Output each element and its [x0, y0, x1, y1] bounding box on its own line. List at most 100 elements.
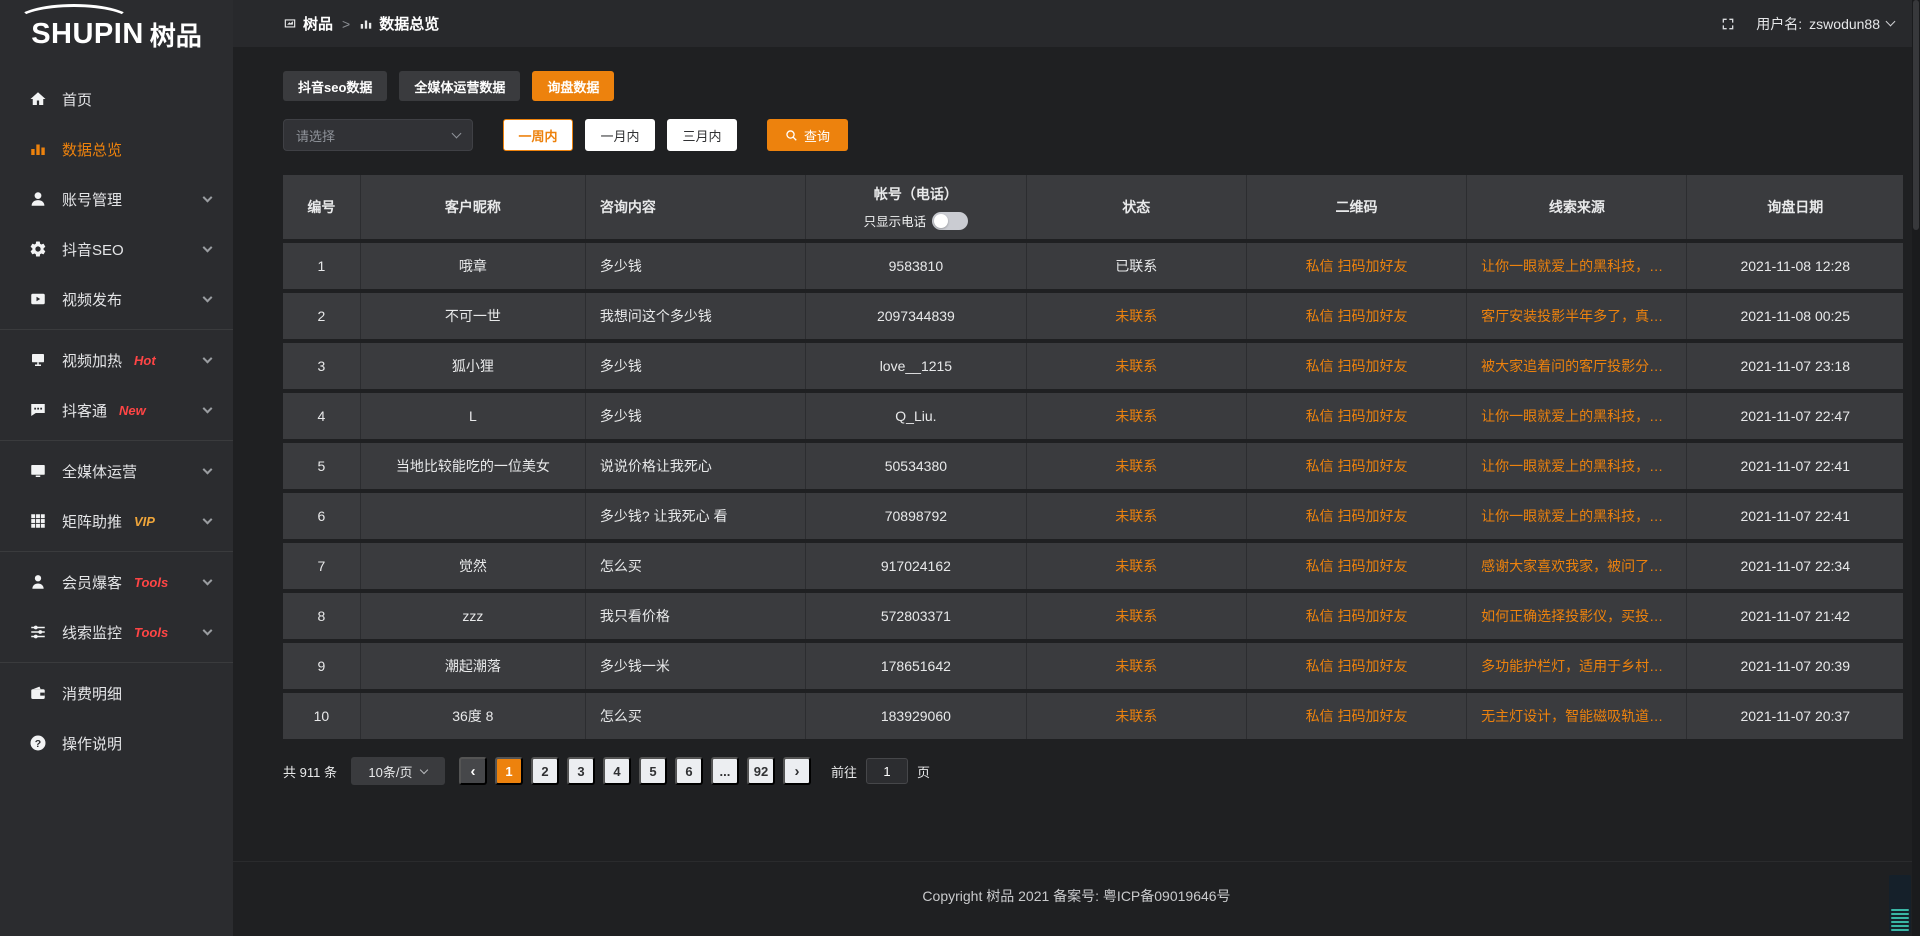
column-header: 状态: [1027, 175, 1247, 239]
sidebar-item-label: 操作说明: [62, 733, 122, 754]
page-size-select[interactable]: 10条/页: [351, 757, 445, 785]
sidebar-item-badge: VIP: [134, 514, 155, 529]
cell-account: 50534380: [806, 443, 1026, 489]
breadcrumb-item-app[interactable]: 树品: [283, 13, 333, 34]
page-button-1[interactable]: 1: [495, 757, 523, 785]
cell-date: 2021-11-07 20:39: [1687, 643, 1903, 689]
sidebar-divider: [0, 440, 233, 441]
range-button-三月内[interactable]: 三月内: [667, 119, 737, 151]
sidebar-item[interactable]: 数据总览: [0, 124, 233, 174]
page-scrollbar[interactable]: [1912, 0, 1920, 936]
page-button-4[interactable]: 4: [603, 757, 631, 785]
table-row: 6多少钱? 让我死心 看70898792未联系私信 扫码加好友让你一眼就爱上的黑…: [283, 493, 1903, 539]
sidebar-item[interactable]: 首页: [0, 74, 233, 124]
table-row: 2不可一世我想问这个多少钱2097344839未联系私信 扫码加好友客厅安装投影…: [283, 293, 1903, 339]
logo-brand-cn: 树品: [150, 16, 202, 53]
cell-qr-links[interactable]: 私信 扫码加好友: [1247, 693, 1467, 739]
sidebar-item-badge: New: [119, 403, 146, 418]
page-button-2[interactable]: 2: [531, 757, 559, 785]
cell-qr-links[interactable]: 私信 扫码加好友: [1247, 393, 1467, 439]
cell-qr-links[interactable]: 私信 扫码加好友: [1247, 293, 1467, 339]
tab-抖音seo数据[interactable]: 抖音seo数据: [283, 71, 387, 101]
app-root: SHUPIN 树品 首页数据总览账号管理抖音SEO视频发布视频加热Hot抖客通N…: [0, 0, 1920, 936]
sidebar-item[interactable]: 矩阵助推VIP: [0, 496, 233, 546]
cell-source[interactable]: 让你一眼就爱上的黑科技，能...: [1467, 393, 1687, 439]
data-tabs: 抖音seo数据全媒体运营数据询盘数据: [283, 71, 1903, 101]
page-button-92[interactable]: 92: [747, 757, 775, 785]
cell-source[interactable]: 让你一眼就爱上的黑科技，能...: [1467, 243, 1687, 289]
cell-nickname: 觉然: [361, 543, 586, 589]
svg-text:?: ?: [35, 738, 41, 750]
query-button[interactable]: 查询: [767, 119, 848, 151]
chevron-down-icon: [203, 243, 213, 253]
sidebar-item[interactable]: 线索监控Tools: [0, 607, 233, 657]
breadcrumb-item-page[interactable]: 数据总览: [359, 13, 439, 34]
page-button-6[interactable]: 6: [675, 757, 703, 785]
app-icon: [283, 17, 297, 31]
table-row: 1036度 8怎么买183929060未联系私信 扫码加好友无主灯设计，智能磁吸…: [283, 693, 1903, 739]
cell-source[interactable]: 让你一眼就爱上的黑科技，能...: [1467, 493, 1687, 539]
table-row: 3狐小狸多少钱love__1215未联系私信 扫码加好友被大家追着问的客厅投影分…: [283, 343, 1903, 389]
cell-source[interactable]: 无主灯设计，智能磁吸轨道灯...: [1467, 693, 1687, 739]
chat-icon: [28, 400, 48, 420]
cell-source[interactable]: 让你一眼就爱上的黑科技，能...: [1467, 443, 1687, 489]
cell-qr-links[interactable]: 私信 扫码加好友: [1247, 543, 1467, 589]
sidebar-item[interactable]: 视频加热Hot: [0, 335, 233, 385]
tab-全媒体运营数据[interactable]: 全媒体运营数据: [399, 71, 520, 101]
sidebar-item[interactable]: 视频发布: [0, 274, 233, 324]
cell-qr-links[interactable]: 私信 扫码加好友: [1247, 493, 1467, 539]
cell-status: 未联系: [1027, 393, 1247, 439]
grid-icon: [28, 511, 48, 531]
table-body: 1哦章多少钱9583810已联系私信 扫码加好友让你一眼就爱上的黑科技，能...…: [283, 243, 1903, 739]
cell-source[interactable]: 被大家追着问的客厅投影分享...: [1467, 343, 1687, 389]
goto-label: 前往: [831, 762, 857, 781]
publish-icon: [28, 289, 48, 309]
sidebar-item[interactable]: ? 操作说明: [0, 718, 233, 768]
sidebar-item[interactable]: 全媒体运营: [0, 446, 233, 496]
sidebar: SHUPIN 树品 首页数据总览账号管理抖音SEO视频发布视频加热Hot抖客通N…: [0, 0, 233, 936]
sidebar-item[interactable]: 会员爆客Tools: [0, 557, 233, 607]
search-icon: [785, 129, 798, 142]
cell-qr-links[interactable]: 私信 扫码加好友: [1247, 243, 1467, 289]
chevron-down-icon: [203, 354, 213, 364]
page-button-3[interactable]: 3: [567, 757, 595, 785]
cell-source[interactable]: 多功能护栏灯，适用于乡村文...: [1467, 643, 1687, 689]
user-menu[interactable]: 用户名: zswodun88: [1756, 14, 1894, 34]
chevron-down-icon: [203, 626, 213, 636]
sidebar-item[interactable]: 抖音SEO: [0, 224, 233, 274]
phone-only-toggle[interactable]: [932, 212, 968, 230]
account-select[interactable]: 请选择: [283, 119, 473, 151]
cell-source[interactable]: 如何正确选择投影仪，买投影...: [1467, 593, 1687, 639]
pagination-next-button[interactable]: ›: [783, 757, 811, 785]
cell-qr-links[interactable]: 私信 扫码加好友: [1247, 593, 1467, 639]
column-header: 咨询内容: [586, 175, 806, 239]
cell-qr-links[interactable]: 私信 扫码加好友: [1247, 343, 1467, 389]
range-button-一月内[interactable]: 一月内: [585, 119, 655, 151]
tab-询盘数据[interactable]: 询盘数据: [532, 71, 614, 101]
page-button-5[interactable]: 5: [639, 757, 667, 785]
monitor-icon: [28, 461, 48, 481]
cell-qr-links[interactable]: 私信 扫码加好友: [1247, 643, 1467, 689]
cell-date: 2021-11-07 23:18: [1687, 343, 1903, 389]
sidebar-item[interactable]: 账号管理: [0, 174, 233, 224]
pagination-ellipsis[interactable]: ...: [711, 757, 739, 785]
cell-nickname: [361, 493, 586, 539]
pagination-prev-button[interactable]: ‹: [459, 757, 487, 785]
cell-no: 1: [283, 243, 361, 289]
chart-icon: [359, 17, 373, 31]
sidebar-item[interactable]: 抖客通New: [0, 385, 233, 435]
sidebar-item-badge: Tools: [134, 625, 168, 640]
scrollbar-thumb[interactable]: [1913, 0, 1919, 230]
cell-source[interactable]: 感谢大家喜欢我家，被问了好...: [1467, 543, 1687, 589]
goto-page-input[interactable]: [866, 758, 908, 784]
gear-icon: [28, 239, 48, 259]
range-button-一周内[interactable]: 一周内: [503, 119, 573, 151]
cell-source[interactable]: 客厅安装投影半年多了，真实...: [1467, 293, 1687, 339]
cell-content: 多少钱? 让我死心 看: [586, 493, 806, 539]
cell-account: love__1215: [806, 343, 1026, 389]
sidebar-item-label: 视频发布: [62, 289, 122, 310]
query-button-label: 查询: [804, 126, 830, 145]
fullscreen-icon[interactable]: [1720, 16, 1736, 32]
sidebar-item[interactable]: 消费明细: [0, 668, 233, 718]
cell-qr-links[interactable]: 私信 扫码加好友: [1247, 443, 1467, 489]
